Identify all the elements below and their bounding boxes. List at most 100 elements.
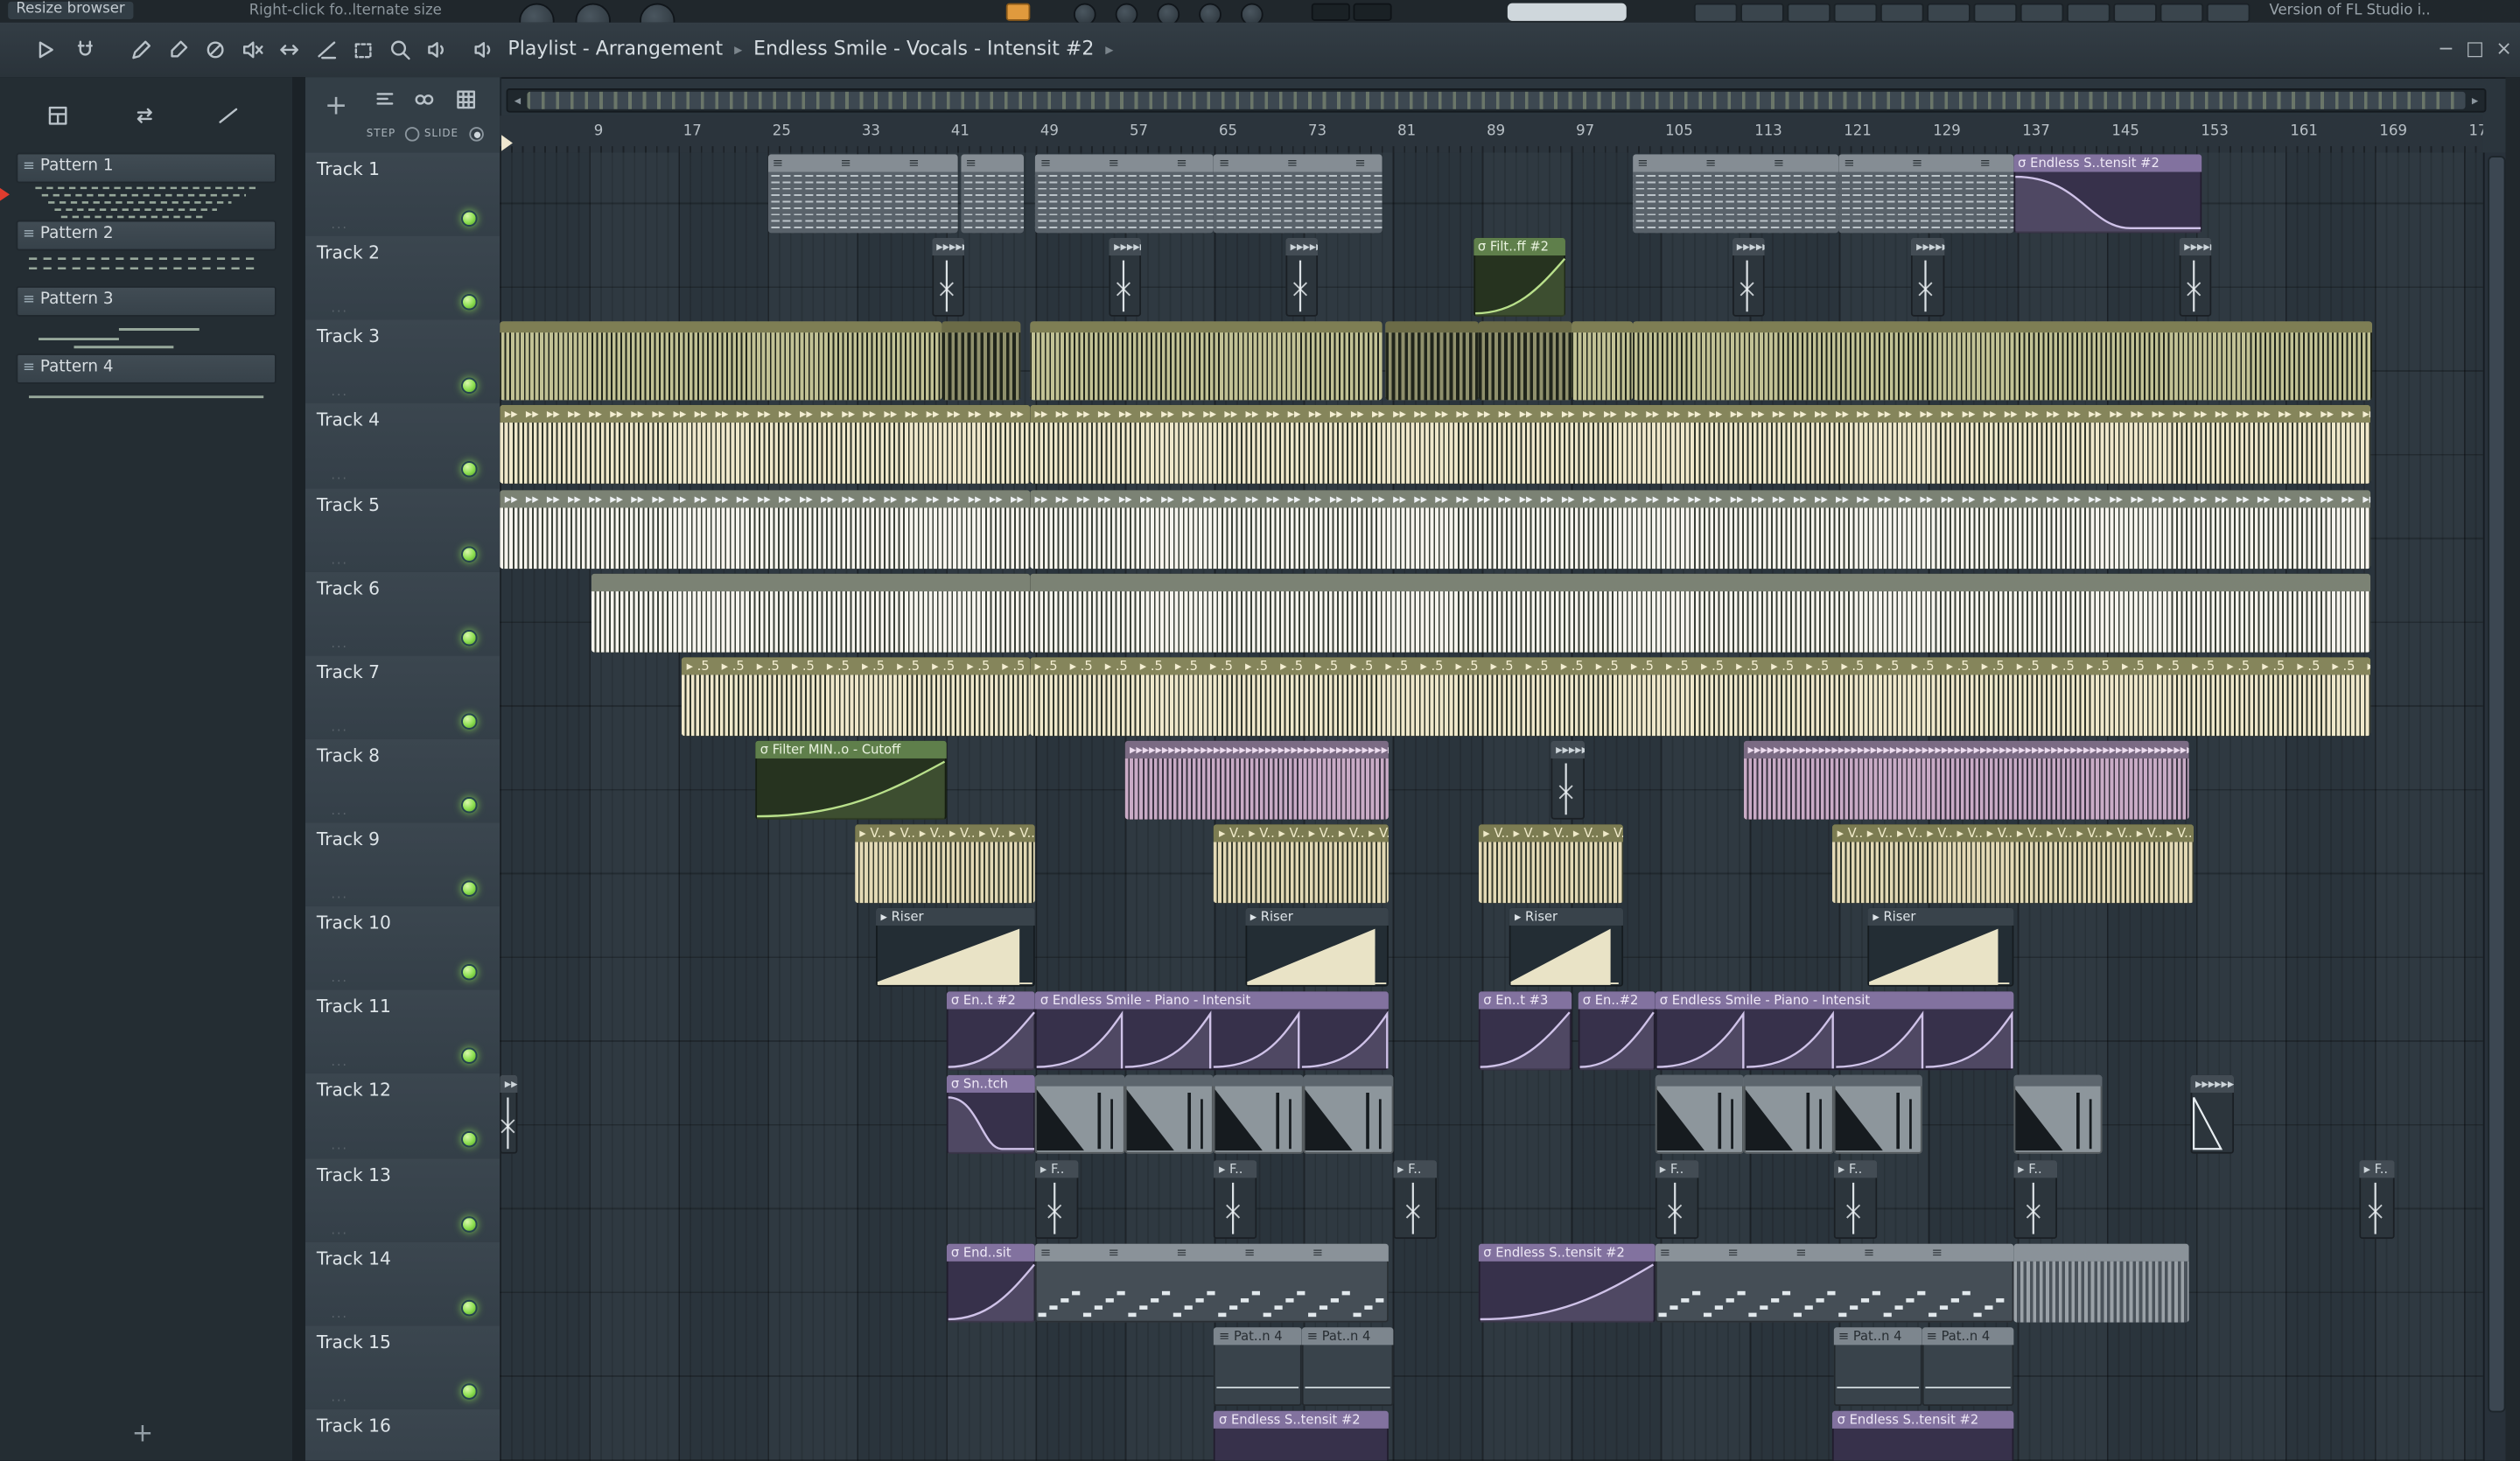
top-icon-button[interactable] <box>1833 3 1878 23</box>
pattern-selector[interactable] <box>1507 3 1627 21</box>
clip-filt-ff-2[interactable]: σ Filt..ff #2 <box>1473 238 1566 318</box>
track-header[interactable]: Track 1... <box>304 152 500 239</box>
swap-icon[interactable] <box>132 103 158 129</box>
track-header[interactable]: Track 2... <box>304 236 500 322</box>
clip-endless-s-tensit-2[interactable]: σ Endless S..tensit #2 <box>1214 1410 1390 1461</box>
mixer-knob[interactable] <box>1240 3 1264 23</box>
clip-endless-s-tensit-2[interactable]: σ Endless S..tensit #2 <box>2012 154 2202 234</box>
clip[interactable]: ≡ ≡ ≡ <box>767 154 958 234</box>
clip-f[interactable]: ▸ F.. <box>1035 1159 1080 1239</box>
top-icon-button[interactable] <box>1693 3 1738 23</box>
clip[interactable]: ▸▸▸▸▸▸▸▸▸▸▸▸▸▸▸▸▸▸▸▸▸▸▸▸▸▸▸▸▸▸▸▸▸▸▸▸▸▸▸▸… <box>1124 740 1390 820</box>
mixer-knob[interactable] <box>1199 3 1222 23</box>
breadcrumb-item[interactable]: Endless Smile - Vocals - Intensit #2 <box>753 37 1094 59</box>
pattern-item[interactable]: ≡ Pattern 4 <box>16 353 276 384</box>
zoom-icon[interactable] <box>388 37 416 66</box>
timeline-ruler[interactable]: 9 17 25 33 41 49 57 65 73 81 89 97 105 113 121 129 137 14… <box>500 115 2483 155</box>
clip[interactable] <box>1571 321 1633 401</box>
track-header[interactable]: Track 15... <box>304 1325 500 1411</box>
track-options[interactable]: ... <box>331 217 348 232</box>
clip[interactable] <box>2012 1243 2188 1323</box>
clip-endless-s-tensit-2[interactable]: σ Endless S..tensit #2 <box>1478 1243 1656 1323</box>
clip[interactable]: ▸▸▸▸▸▸▸▸ <box>1109 238 1142 318</box>
track-enable-led[interactable] <box>461 545 478 562</box>
clip[interactable]: ≡ <box>960 154 1025 234</box>
transport-knob[interactable] <box>640 3 676 23</box>
playlist-speaker-icon[interactable] <box>471 37 500 66</box>
clip[interactable]: ▸▸▸▸▸▸▸▸ <box>1732 238 1765 318</box>
top-icon-button[interactable] <box>1880 3 1924 23</box>
track-options[interactable]: ... <box>331 468 348 483</box>
mixer-knob[interactable] <box>1157 3 1180 23</box>
vertical-scrollbar[interactable] <box>2482 152 2508 1461</box>
clip[interactable]: ▸▸ ▸▸ ▸▸ ▸▸ ▸▸ ▸▸ ▸▸ ▸▸ ▸▸ ▸▸ ▸▸ ▸▸ ▸▸ ▸… <box>500 489 1031 569</box>
track-enable-led[interactable] <box>461 713 478 730</box>
track-enable-led[interactable] <box>461 210 478 227</box>
track-options[interactable]: ... <box>331 384 348 399</box>
clip[interactable] <box>1303 1075 1393 1155</box>
clip[interactable]: ≡ ≡ ≡ <box>1214 154 1382 234</box>
slice-icon[interactable] <box>313 37 342 66</box>
slide-toggle[interactable] <box>469 127 484 142</box>
top-icon-button[interactable] <box>2113 3 2157 23</box>
track-header[interactable]: Track 11... <box>304 989 500 1076</box>
clip[interactable]: ≡ ≡ ≡ ≡ ≡ <box>1035 1243 1390 1323</box>
transport-knob[interactable] <box>575 3 611 23</box>
link-icon[interactable] <box>411 87 436 111</box>
clip[interactable]: ▸▸▸▸▸▸▸▸ <box>1550 740 1585 820</box>
preview-icon[interactable] <box>424 37 453 66</box>
clip[interactable] <box>1030 573 2372 653</box>
track-options[interactable]: ... <box>331 719 348 734</box>
clip-endless-smile-piano-intensit[interactable]: σ Endless Smile - Piano - Intensit <box>1655 991 2013 1071</box>
clip[interactable]: ▸▸ ▸▸ ▸▸ ▸▸ ▸▸ ▸▸ ▸▸ ▸▸ ▸▸ ▸▸ ▸▸ ▸▸ ▸▸ ▸… <box>1030 489 2372 569</box>
clip[interactable]: ▸ V.. ▸ V.. ▸ V.. ▸ V.. ▸ V.. ▸ V.. <box>1478 824 1624 904</box>
panel-splitter[interactable] <box>292 77 305 1461</box>
track-options[interactable]: ... <box>331 803 348 818</box>
clip-endless-smile-piano-intensit[interactable]: σ Endless Smile - Piano - Intensit <box>1035 991 1390 1071</box>
track-enable-led[interactable] <box>461 629 478 646</box>
clip[interactable] <box>1744 1075 1834 1155</box>
top-icon-button[interactable] <box>1927 3 1970 23</box>
track-header[interactable]: Track 5... <box>304 487 500 574</box>
clip-riser[interactable]: ▸ Riser <box>1867 908 2013 988</box>
track-enable-led[interactable] <box>461 796 478 814</box>
pattern-item[interactable]: ≡ Pattern 2 <box>16 219 276 250</box>
track-enable-led[interactable] <box>461 294 478 311</box>
horizontal-scrollbar[interactable]: ◂ ▸ <box>506 88 2487 113</box>
snap-icon[interactable] <box>73 37 102 66</box>
track-options[interactable]: ... <box>331 971 348 986</box>
track-header[interactable]: Track 10... <box>304 906 500 992</box>
step-toggle[interactable] <box>404 127 420 142</box>
add-track-button[interactable]: + <box>325 90 347 122</box>
clip[interactable] <box>1030 321 1383 401</box>
clip-filter-min-o-cutoff[interactable]: σ Filter MIN..o - Cutoff <box>755 740 947 820</box>
track-header[interactable]: Track 14... <box>304 1241 500 1327</box>
track-header[interactable]: Track 12... <box>304 1073 500 1160</box>
scrollbar-thumb[interactable] <box>2488 156 2506 1413</box>
layout-icon[interactable] <box>45 103 70 129</box>
clip[interactable]: ▸ V.. ▸ V.. ▸ V.. ▸ V.. ▸ V.. ▸ V.. ▸ V.… <box>1214 824 1390 904</box>
line-icon[interactable] <box>215 103 241 129</box>
paint-icon[interactable] <box>165 37 194 66</box>
top-icon-button[interactable] <box>1787 3 1831 23</box>
accent-led[interactable] <box>1005 3 1031 21</box>
clip[interactable]: ≡ ≡ ≡ <box>1632 154 1839 234</box>
grid-icon[interactable] <box>453 87 478 111</box>
track-header[interactable]: Track 3... <box>304 319 500 406</box>
clip[interactable]: ≡ ≡ ≡ <box>1838 154 2013 234</box>
clip-f[interactable]: ▸ F.. <box>1655 1159 1699 1239</box>
clip-f[interactable]: ▸ F.. <box>2012 1159 2057 1239</box>
mute-icon[interactable] <box>240 37 269 66</box>
clip[interactable] <box>1035 1075 1125 1155</box>
track-enable-led[interactable] <box>461 1383 478 1400</box>
track-options[interactable]: ... <box>331 1054 348 1069</box>
clip[interactable] <box>1655 1075 1745 1155</box>
top-icon-button[interactable] <box>1973 3 2018 23</box>
track-header[interactable]: Track 6... <box>304 571 500 657</box>
clip[interactable] <box>1478 321 1572 401</box>
add-pattern-button[interactable]: + <box>132 1417 154 1448</box>
clip[interactable] <box>1833 1075 1923 1155</box>
draw-icon[interactable] <box>129 37 158 66</box>
clip[interactable]: ≡ ≡ ≡ <box>1035 154 1214 234</box>
track-enable-led[interactable] <box>461 1131 478 1149</box>
